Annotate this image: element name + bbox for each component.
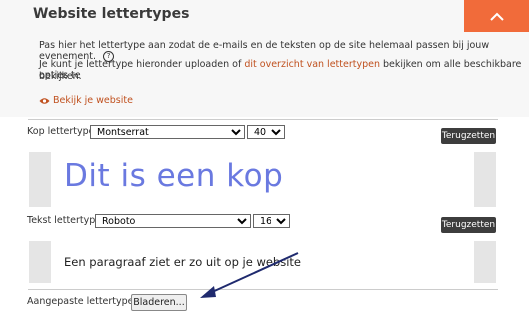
font-settings-panel: Website lettertypes Pas hier het lettert… — [0, 0, 529, 321]
annotation-arrow-icon — [200, 252, 299, 298]
